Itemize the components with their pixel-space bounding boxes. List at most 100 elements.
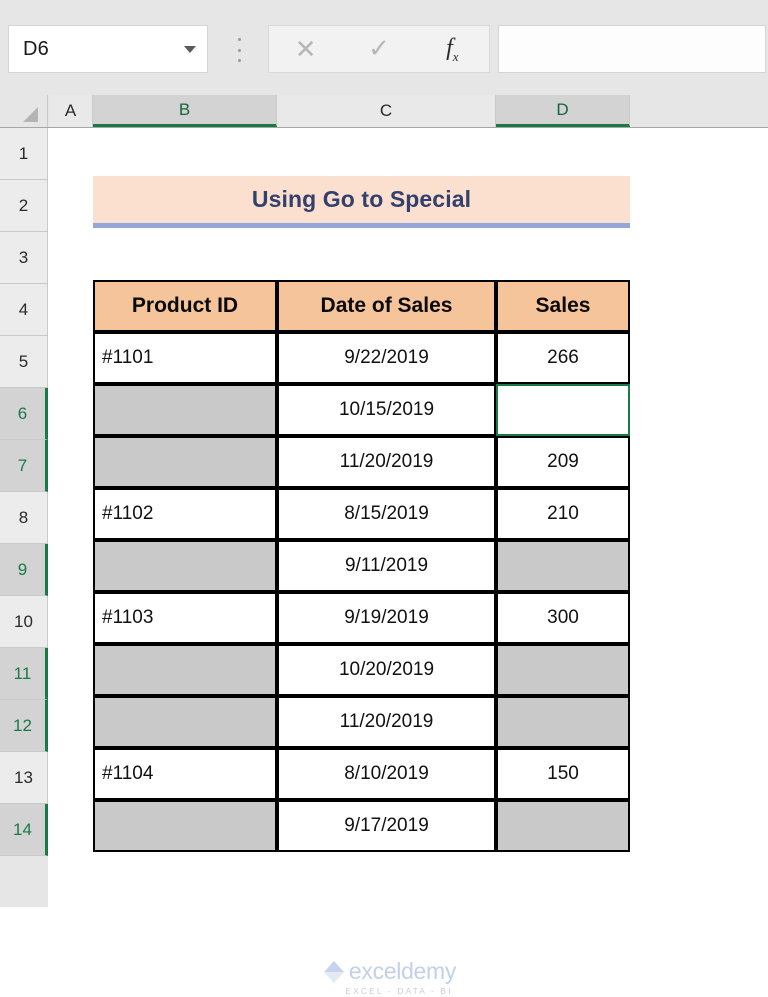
column-header-a[interactable]: A	[49, 95, 93, 127]
cell-D11[interactable]	[496, 644, 630, 696]
cell-value-date: 9/19/2019	[344, 607, 429, 628]
cell-value-product-id: #1102	[102, 503, 154, 524]
cell-C9[interactable]: 9/11/2019	[277, 540, 496, 592]
row-header-label: 4	[18, 299, 29, 319]
cell-B12[interactable]	[93, 696, 277, 748]
exceldemy-watermark: exceldemy EXCEL - DATA - BI	[300, 957, 480, 997]
cell-value-date: 10/15/2019	[338, 399, 435, 420]
column-header-c[interactable]: C	[277, 95, 496, 127]
cell-D5[interactable]: 266	[496, 332, 630, 384]
cell-B6[interactable]	[93, 384, 277, 436]
table-header-label: Product ID	[131, 294, 239, 317]
cell-value-sales: 266	[547, 347, 579, 368]
cell-C6[interactable]: 10/15/2019	[277, 384, 496, 436]
row-header-3[interactable]: 3	[0, 232, 48, 284]
close-icon: ✕	[294, 34, 317, 64]
cell-value-date: 8/10/2019	[344, 763, 429, 784]
row-header-7[interactable]: 7	[0, 440, 48, 492]
cell-D12[interactable]	[496, 696, 630, 748]
row-header-label: 6	[17, 403, 28, 423]
cell-value-sales: 300	[547, 607, 579, 628]
select-all-button[interactable]	[0, 95, 48, 127]
insert-function-button[interactable]: fx	[416, 26, 489, 72]
watermark-tagline: EXCEL - DATA - BI	[345, 986, 453, 996]
column-header-label: C	[379, 101, 393, 120]
confirm-entry-button[interactable]: ✓	[342, 26, 415, 72]
row-header-label: 13	[14, 767, 33, 787]
table-header-b[interactable]: Product ID	[93, 280, 277, 332]
row-header-label: 10	[14, 611, 33, 631]
cell-value-sales: 209	[547, 451, 579, 472]
cell-value-date: 9/11/2019	[344, 555, 429, 576]
cell-B11[interactable]	[93, 644, 277, 696]
cell-value-date: 10/20/2019	[338, 659, 435, 680]
cell-C12[interactable]: 11/20/2019	[277, 696, 496, 748]
cell-C11[interactable]: 10/20/2019	[277, 644, 496, 696]
row-header-4[interactable]: 4	[0, 284, 48, 336]
column-header-b[interactable]: B	[93, 95, 277, 127]
cell-value-date: 11/20/2019	[339, 451, 434, 472]
cell-D9[interactable]	[496, 540, 630, 592]
watermark-name: exceldemy	[348, 958, 457, 984]
cell-D7[interactable]: 209	[496, 436, 630, 488]
row-header-13[interactable]: 13	[0, 752, 48, 804]
row-header-label: 14	[13, 819, 32, 839]
cell-grid: Using Go to Special Product ID Date of Sal…	[49, 128, 768, 907]
row-header-band: 1 2 3 4 5 6 7 8 9 10 11 12 13 14	[0, 128, 48, 907]
cell-C5[interactable]: 9/22/2019	[277, 332, 496, 384]
row-header-10[interactable]: 10	[0, 596, 48, 648]
row-header-14[interactable]: 14	[0, 804, 48, 856]
formula-input[interactable]	[498, 25, 766, 73]
cell-D6-active[interactable]	[496, 384, 630, 436]
row-header-8[interactable]: 8	[0, 492, 48, 544]
sheet-title-banner[interactable]: Using Go to Special	[93, 176, 630, 228]
function-icon: fx	[446, 34, 459, 64]
table-header-label: Sales	[535, 294, 591, 317]
row-header-11[interactable]: 11	[0, 648, 48, 700]
column-header-label: A	[64, 101, 77, 120]
row-header-6[interactable]: 6	[0, 388, 48, 440]
cell-B8[interactable]: #1102	[93, 488, 277, 540]
cell-D10[interactable]: 300	[496, 592, 630, 644]
row-header-label: 2	[18, 195, 29, 215]
cell-C8[interactable]: 8/15/2019	[277, 488, 496, 540]
row-header-2[interactable]: 2	[0, 180, 48, 232]
spreadsheet-area: ABCD 1 2 3 4 5 6 7 8 9 10 11 12 13 14 Using Go to Spe…	[0, 95, 768, 996]
cell-value-date: 11/20/2019	[339, 711, 434, 732]
row-header-label: 9	[17, 559, 28, 579]
cell-C7[interactable]: 11/20/2019	[277, 436, 496, 488]
row-header-label: 8	[18, 507, 29, 527]
name-box[interactable]: D6	[8, 25, 208, 73]
cell-value-date: 9/22/2019	[344, 347, 429, 368]
row-header-9[interactable]: 9	[0, 544, 48, 596]
cell-B13[interactable]: #1104	[93, 748, 277, 800]
column-header-label: D	[556, 99, 569, 119]
column-header-label: B	[178, 99, 191, 119]
table-header-d[interactable]: Sales	[496, 280, 630, 332]
chevron-down-icon[interactable]	[173, 45, 207, 53]
cell-value-sales: 150	[547, 763, 579, 784]
cell-B9[interactable]	[93, 540, 277, 592]
formula-bar-strip: D6 ✕ ✓ fx	[0, 0, 768, 95]
column-header-d[interactable]: D	[496, 95, 630, 127]
table-header-c[interactable]: Date of Sales	[277, 280, 496, 332]
checkmark-icon: ✓	[368, 34, 390, 64]
more-options-icon[interactable]	[232, 38, 246, 62]
cell-C10[interactable]: 9/19/2019	[277, 592, 496, 644]
cell-B10[interactable]: #1103	[93, 592, 277, 644]
row-header-5[interactable]: 5	[0, 336, 48, 388]
row-header-12[interactable]: 12	[0, 700, 48, 752]
cell-D13[interactable]: 150	[496, 748, 630, 800]
cell-D8[interactable]: 210	[496, 488, 630, 540]
cell-C14[interactable]: 9/17/2019	[277, 800, 496, 852]
select-all-triangle-icon	[23, 107, 38, 122]
cell-value-date: 9/17/2019	[344, 815, 429, 836]
cell-D14[interactable]	[496, 800, 630, 852]
row-header-1[interactable]: 1	[0, 128, 48, 180]
cancel-entry-button[interactable]: ✕	[269, 26, 342, 72]
cell-B5[interactable]: #1101	[93, 332, 277, 384]
cell-B7[interactable]	[93, 436, 277, 488]
name-box-value: D6	[23, 37, 49, 60]
cell-C13[interactable]: 8/10/2019	[277, 748, 496, 800]
cell-B14[interactable]	[93, 800, 277, 852]
